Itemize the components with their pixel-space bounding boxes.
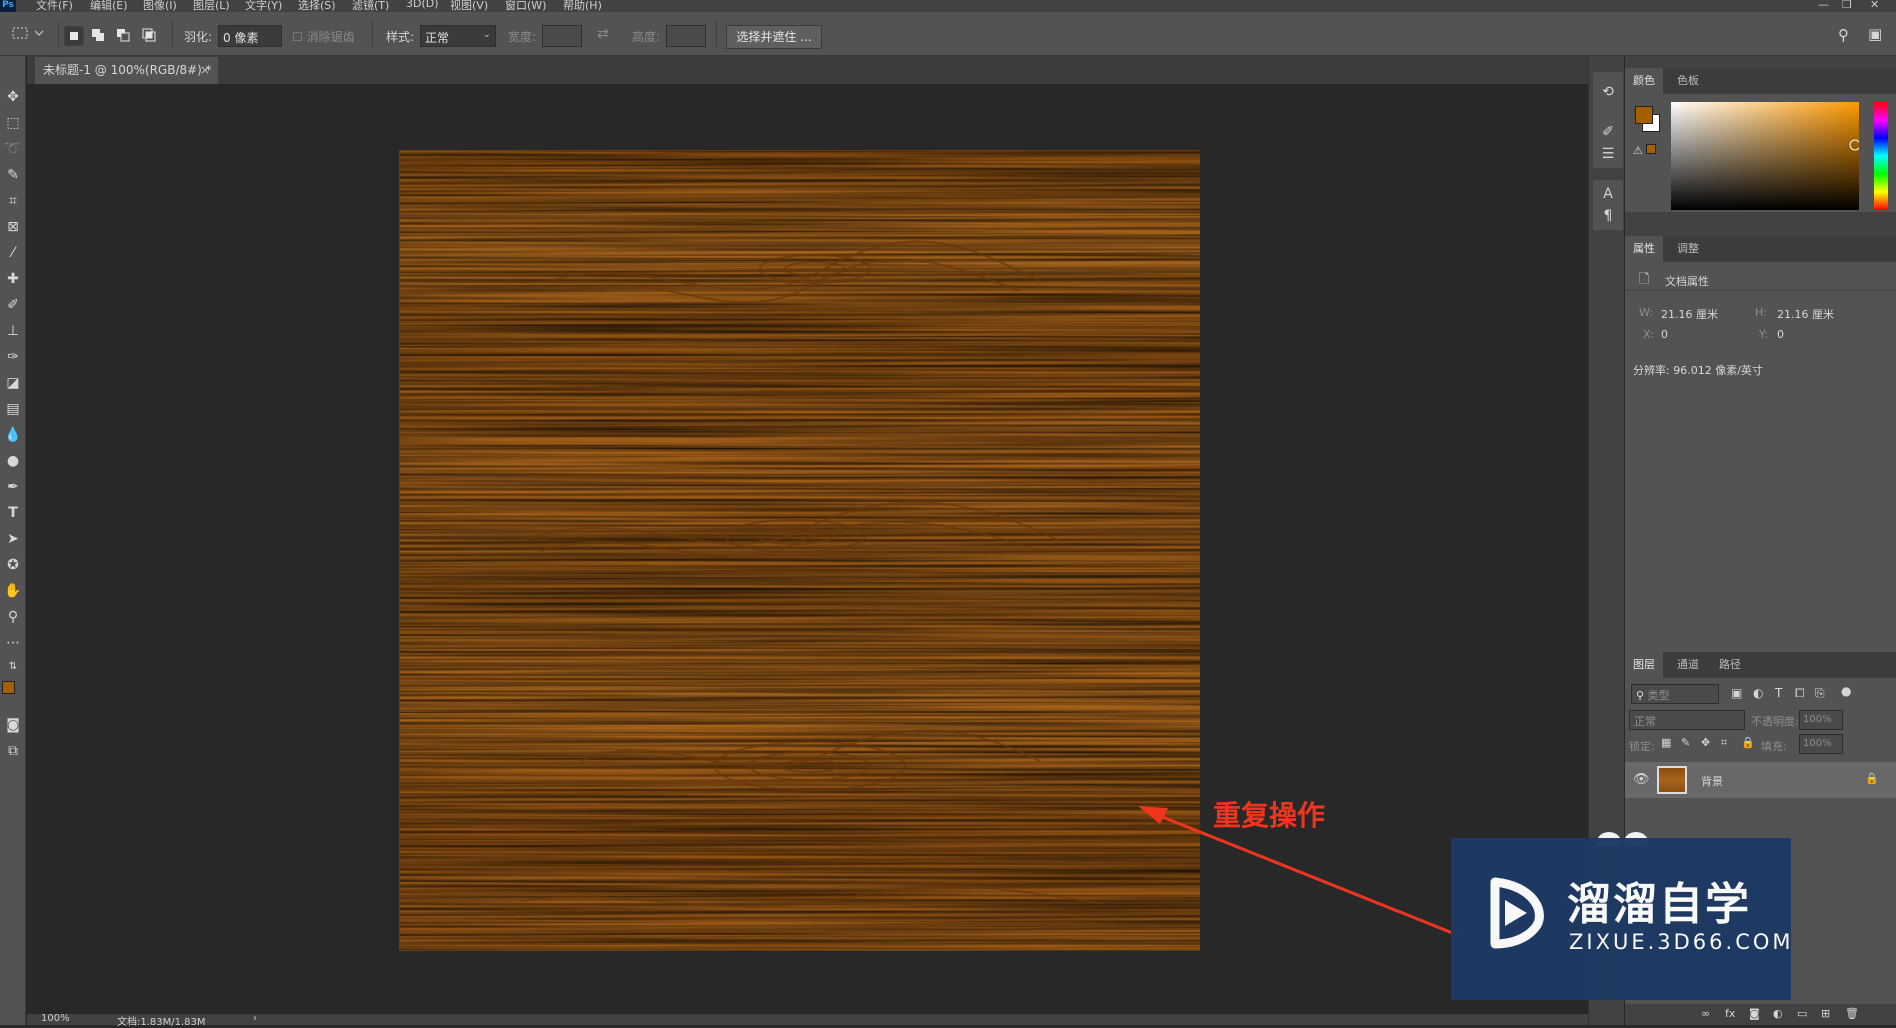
adjustment-layer-icon[interactable]: ◐	[1773, 1007, 1783, 1020]
delete-layer-icon[interactable]: 🗑	[1845, 1007, 1859, 1020]
watermark-badge: 溜溜自学 ZIXUE.3D66.COM	[1451, 838, 1791, 1000]
height-value[interactable]: 21.16 厘米	[1777, 306, 1834, 322]
visibility-eye-icon[interactable]: 👁	[1633, 772, 1650, 787]
watermark-url: ZIXUE.3D66.COM	[1569, 930, 1794, 954]
history-panel-group: ⟲	[1593, 72, 1623, 120]
opacity-input[interactable]: 100%	[1799, 710, 1843, 730]
lock-artboard-icon[interactable]: ⌗	[1721, 736, 1727, 750]
layers-panel-header: 图层 通道 路径	[1625, 652, 1896, 678]
fill-input[interactable]: 100%	[1799, 734, 1843, 754]
width-label: W:	[1639, 306, 1653, 319]
filter-adjustment-icon[interactable]: ◐	[1753, 686, 1763, 700]
lock-label: 锁定:	[1629, 740, 1655, 753]
properties-panel-header: 属性 调整	[1625, 236, 1896, 262]
tab-paths[interactable]: 路径	[1711, 652, 1749, 678]
lock-all-icon[interactable]: 🔒	[1741, 736, 1755, 749]
layer-row[interactable]: 👁 背景 🔒	[1625, 762, 1896, 798]
blend-mode-value: 正常	[1634, 715, 1656, 728]
history-icon[interactable]: ⟲	[1590, 84, 1626, 100]
tab-properties[interactable]: 属性	[1625, 236, 1663, 262]
watermark-play-logo	[1490, 877, 1544, 949]
properties-section-title: 文档属性	[1665, 275, 1709, 288]
y-value[interactable]: 0	[1777, 328, 1784, 341]
foreground-swatch[interactable]	[1635, 106, 1653, 124]
layer-style-icon[interactable]: fx	[1725, 1007, 1735, 1020]
link-layers-icon[interactable]: ∞	[1701, 1007, 1710, 1020]
properties-panel: 🗋 文档属性 W: 21.16 厘米 H: 21.16 厘米 X: 0 Y: 0…	[1625, 262, 1896, 652]
filter-smart-icon[interactable]: ⎘	[1815, 686, 1825, 701]
tab-channels[interactable]: 通道	[1669, 652, 1707, 678]
tab-layers[interactable]: 图层	[1625, 652, 1663, 678]
color-panel: ⚠	[1625, 94, 1896, 212]
color-spectrum[interactable]	[1671, 102, 1859, 210]
character-icon[interactable]: A	[1590, 186, 1626, 202]
gamut-warning-icon[interactable]: ⚠	[1633, 144, 1656, 157]
fill-value: 100%	[1803, 738, 1832, 749]
tab-swatches[interactable]: 色板	[1669, 68, 1707, 94]
layer-thumbnail	[1657, 766, 1687, 794]
y-label: Y:	[1759, 328, 1768, 341]
divider	[1625, 290, 1896, 291]
filter-toggle-icon[interactable]: ●	[1841, 684, 1851, 698]
layer-filter-value: 类型	[1647, 689, 1670, 702]
x-label: X:	[1643, 328, 1655, 341]
add-mask-icon[interactable]: ◙	[1749, 1007, 1760, 1020]
filter-shape-icon[interactable]: ⧠	[1795, 686, 1805, 701]
color-panel-header: 颜色 色板	[1625, 68, 1896, 94]
blend-mode-select[interactable]: 正常	[1629, 710, 1745, 730]
opacity-value: 100%	[1803, 714, 1832, 725]
height-label: H:	[1755, 306, 1767, 319]
lock-transparency-icon[interactable]: ▦	[1661, 736, 1671, 749]
opacity-label: 不透明度:	[1751, 715, 1799, 728]
layers-footer: ∞ fx ◙ ◐ ▭ ⊞ 🗑	[1625, 1004, 1896, 1025]
resolution-text: 分辨率: 96.012 像素/英寸	[1633, 364, 1763, 377]
layer-lock-icon: 🔒	[1865, 772, 1879, 785]
new-layer-icon[interactable]: ⊞	[1821, 1007, 1830, 1020]
type-panel-group: A ¶	[1593, 180, 1623, 230]
lock-position-icon[interactable]: ✥	[1701, 736, 1710, 749]
gamut-swatch[interactable]	[1645, 144, 1656, 154]
fill-label: 填充:	[1761, 740, 1787, 753]
tab-adjustments[interactable]: 调整	[1669, 236, 1707, 262]
filter-pixel-icon[interactable]: ▣	[1731, 686, 1742, 700]
tab-color[interactable]: 颜色	[1625, 68, 1663, 94]
brush-panel-group: ✐ ☰	[1593, 118, 1623, 168]
filter-type-icon[interactable]: T	[1775, 686, 1782, 700]
document-icon: 🗋	[1639, 272, 1650, 287]
adjustments-sliders-icon[interactable]: ☰	[1590, 146, 1626, 162]
lock-pixels-icon[interactable]: ✎	[1681, 736, 1690, 749]
brush-settings-icon[interactable]: ✐	[1590, 124, 1626, 140]
hue-slider[interactable]	[1874, 102, 1888, 210]
paragraph-icon[interactable]: ¶	[1590, 208, 1626, 224]
width-value[interactable]: 21.16 厘米	[1661, 306, 1718, 322]
x-value[interactable]: 0	[1661, 328, 1668, 341]
new-group-icon[interactable]: ▭	[1797, 1007, 1807, 1020]
layer-name[interactable]: 背景	[1701, 773, 1723, 789]
watermark-title: 溜溜自学	[1567, 879, 1751, 930]
annotation-label: 重复操作	[1213, 799, 1326, 832]
layer-filter-select[interactable]: ⚲ 类型	[1631, 684, 1719, 704]
